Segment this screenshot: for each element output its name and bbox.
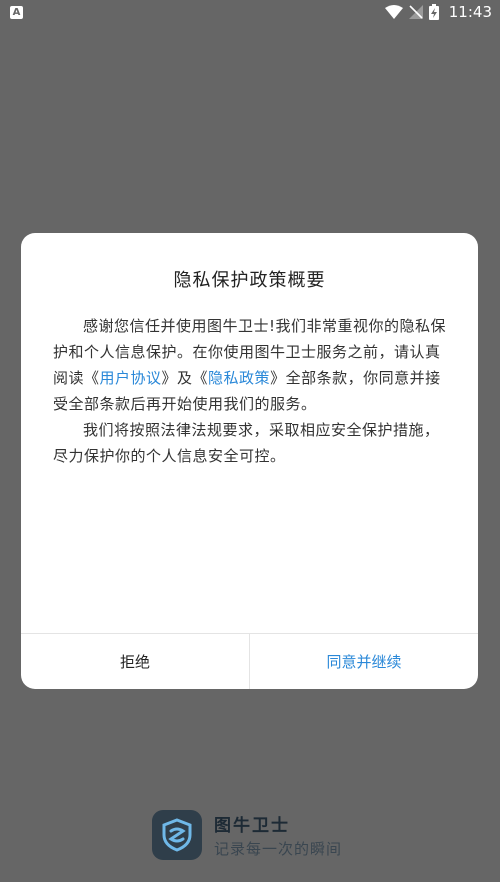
- battery-charging-icon: [428, 4, 439, 20]
- dialog-body: 感谢您信任并使用图牛卫士!我们非常重视你的隐私保护和个人信息保护。在你使用图牛卫…: [53, 313, 447, 469]
- status-left: A: [10, 5, 23, 19]
- intro-text-middle: 》及《: [161, 369, 209, 387]
- status-right: 11:43: [384, 3, 492, 21]
- status-bar: A 11:43: [0, 0, 500, 24]
- privacy-dialog: 隐私保护政策概要 感谢您信任并使用图牛卫士!我们非常重视你的隐私保护和个人信息保…: [21, 233, 478, 689]
- dialog-footer: 拒绝 同意并继续: [21, 633, 478, 689]
- privacy-policy-link[interactable]: 隐私政策: [208, 369, 270, 387]
- agree-continue-button[interactable]: 同意并继续: [250, 634, 478, 689]
- reject-button[interactable]: 拒绝: [21, 634, 250, 689]
- status-time: 11:43: [448, 3, 492, 21]
- user-agreement-link[interactable]: 用户协议: [100, 369, 162, 387]
- brand-slogan: 记录每一次的瞬间: [214, 840, 343, 858]
- notification-a-icon: A: [10, 5, 23, 19]
- shield-logo-icon: [162, 818, 192, 852]
- brand-text: 图牛卫士 记录每一次的瞬间: [214, 811, 342, 859]
- security-paragraph: 我们将按照法律法规要求，采取相应安全保护措施，尽力保护你的个人信息安全可控。: [53, 421, 440, 465]
- intro-paragraph: 感谢您信任并使用图牛卫士!我们非常重视你的隐私保护和个人信息保护。在你使用图牛卫…: [53, 313, 447, 417]
- brand-footer: 图牛卫士 记录每一次的瞬间: [152, 810, 342, 860]
- wifi-icon: [384, 5, 403, 19]
- dialog-title: 隐私保护政策概要: [173, 270, 326, 291]
- app-logo: [152, 810, 202, 860]
- no-signal-icon: [408, 5, 423, 19]
- brand-name: 图牛卫士: [214, 816, 290, 836]
